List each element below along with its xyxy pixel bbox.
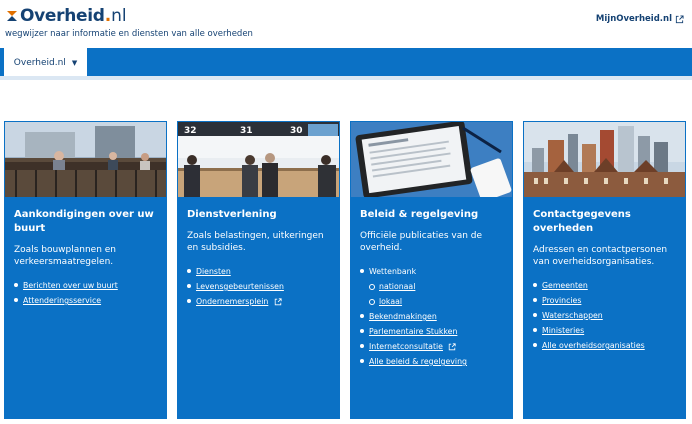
card-aankondigingen: Aankondigingen over uw buurt Zoals bouwp… [4,121,167,419]
nav-tab-label: Overheid.nl [13,58,66,68]
link-berichten-over-uw-buurt[interactable]: Berichten over uw buurt [23,281,118,290]
chevron-down-icon: ▼ [71,59,78,67]
logo-mark-icon [5,7,19,25]
card-link-list: Gemeenten Provincies Waterschappen Minis… [533,278,676,353]
list-item: Attenderingsservice [14,293,157,308]
link-nationaal[interactable]: nationaal [379,282,415,291]
card-image-service-desk: 32 31 30 [177,121,340,198]
svg-text:31: 31 [240,126,253,136]
list-item: Provincies [533,293,676,308]
list-label-wettenbank: Wettenbank [369,267,417,276]
card-contactgegevens: Contactgegevens overheden Adressen en co… [523,121,686,419]
card-image-street-scene [4,121,167,198]
nav-divider [0,76,692,80]
list-item: Diensten [187,264,330,279]
list-item: Alle beleid & regelgeving [360,354,503,369]
site-tagline: wegwijzer naar informatie en diensten va… [5,29,253,39]
list-item: Berichten over uw buurt [14,278,157,293]
card-link-list: Diensten Levensgebeurtenissen Ondernemer… [187,264,330,309]
link-ondernemersplein[interactable]: Ondernemersplein [196,297,268,306]
link-attenderingsservice[interactable]: Attenderingsservice [23,296,101,305]
list-item: Wettenbank [360,264,503,279]
card-dienstverlening: 32 31 30 Dienstverlening Zoals belasting… [177,121,340,419]
link-waterschappen[interactable]: Waterschappen [542,311,603,320]
nav-tab-overheid[interactable]: Overheid.nl ▼ [4,48,87,78]
mijnoverheid-label: MijnOverheid.nl [595,14,672,24]
list-item: nationaal [360,279,503,294]
card-title: Dienstverlening [187,209,277,220]
site-header: Overheid . nl wegwijzer naar informatie … [0,0,692,48]
logo-tld: nl [111,6,127,26]
main-navigation: Overheid.nl ▼ [0,48,692,78]
card-description: Zoals bouwplannen en verkeersmaatregelen… [14,245,117,267]
link-gemeenten[interactable]: Gemeenten [542,281,588,290]
link-bekendmakingen[interactable]: Bekendmakingen [369,312,437,321]
svg-text:32: 32 [184,126,197,136]
list-item: Alle overheidsorganisaties [533,338,676,353]
list-item: lokaal [360,294,503,309]
topic-cards: Aankondigingen over uw buurt Zoals bouwp… [4,121,688,419]
list-item: Ondernemersplein [187,294,330,309]
card-link-list: Berichten over uw buurt Attenderingsserv… [14,278,157,308]
list-item: Waterschappen [533,308,676,323]
list-item: Bekendmakingen [360,309,503,324]
card-image-tablet-document [350,121,513,198]
link-alle-beleid-regelgeving[interactable]: Alle beleid & regelgeving [369,357,467,366]
card-image-city-skyline [523,121,686,198]
link-alle-overheidsorganisaties[interactable]: Alle overheidsorganisaties [542,341,645,350]
list-item: Parlementaire Stukken [360,324,503,339]
link-provincies[interactable]: Provincies [542,296,581,305]
card-description: Officiële publicaties van de overheid. [360,231,483,253]
site-logo[interactable]: Overheid . nl [5,5,127,27]
logo-name: Overheid [20,6,105,26]
card-title: Beleid & regelgeving [360,209,479,220]
list-item: Internetconsultatie [360,339,503,354]
mijnoverheid-link[interactable]: MijnOverheid.nl [596,14,684,24]
card-beleid-regelgeving: Beleid & regelgeving Officiële publicati… [350,121,513,419]
external-link-icon [274,298,282,306]
link-parlementaire-stukken[interactable]: Parlementaire Stukken [369,327,457,336]
card-title: Contactgegevens overheden [533,209,631,234]
link-diensten[interactable]: Diensten [196,267,231,276]
external-link-icon [449,343,457,351]
card-description: Zoals belastingen, uitkeringen en subsid… [187,231,324,253]
list-item: Gemeenten [533,278,676,293]
list-item: Ministeries [533,323,676,338]
link-lokaal[interactable]: lokaal [379,297,402,306]
list-item: Levensgebeurtenissen [187,279,330,294]
card-link-list: Wettenbank nationaal lokaal Bekendmaking… [360,264,503,369]
link-ministeries[interactable]: Ministeries [542,326,584,335]
link-levensgebeurtenissen[interactable]: Levensgebeurtenissen [196,282,284,291]
svg-text:30: 30 [290,126,303,136]
card-description: Adressen en contactpersonen van overheid… [533,245,668,267]
link-internetconsultatie[interactable]: Internetconsultatie [369,342,443,351]
card-title: Aankondigingen over uw buurt [14,209,154,234]
external-link-icon [675,14,684,23]
